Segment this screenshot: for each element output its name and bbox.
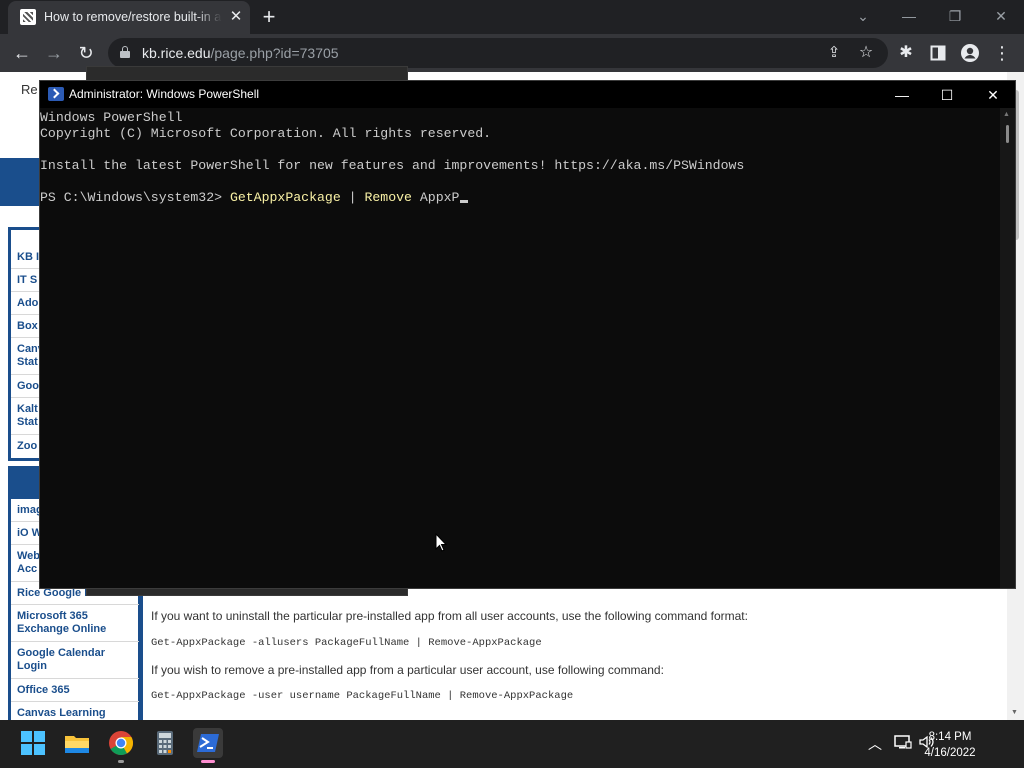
new-tab-button[interactable]: + — [258, 6, 280, 28]
text-cursor — [460, 200, 469, 203]
divider — [11, 641, 139, 642]
command-name: GetAppxPackage — [229, 190, 341, 205]
command-argument: AppxP — [411, 190, 460, 205]
calculator-icon[interactable] — [150, 728, 180, 758]
url-host: kb.rice.edu — [142, 45, 211, 61]
running-indicator — [201, 760, 215, 763]
profile-avatar-icon[interactable] — [958, 41, 982, 65]
console-line: Install the latest PowerShell for new fe… — [40, 158, 745, 173]
back-arrow-icon[interactable]: ← — [10, 41, 34, 65]
tab-close-icon[interactable]: ✕ — [228, 9, 244, 25]
system-clock[interactable]: 8:14 PM 4/16/2022 — [920, 729, 980, 761]
site-favicon-icon — [20, 9, 36, 25]
sidebar-link[interactable]: Canvas Learning — [17, 707, 106, 720]
bookmark-star-icon[interactable]: ☆ — [854, 41, 878, 65]
sidebar-link[interactable]: Goo — [17, 380, 39, 393]
mouse-pointer-icon — [435, 533, 447, 552]
sidebar-link[interactable]: Box — [17, 320, 38, 333]
clock-date: 4/16/2022 — [924, 747, 976, 759]
console-scrollbar[interactable]: ▲ — [1000, 108, 1015, 588]
scrollbar-thumb[interactable] — [1006, 125, 1009, 143]
article-code: Get-AppxPackage -user username PackageFu… — [151, 690, 574, 702]
browser-tab-strip: How to remove/restore built-in apps ✕ + … — [0, 0, 1024, 34]
scroll-down-arrow-icon[interactable]: ▼ — [1011, 709, 1018, 716]
sidebar-link[interactable]: IT S — [17, 274, 37, 287]
running-indicator — [118, 760, 124, 763]
tab-search-button[interactable]: ⌄ — [843, 4, 883, 28]
console-line: Windows PowerShell — [40, 110, 183, 125]
article-paragraph: If you wish to remove a pre-installed ap… — [151, 663, 664, 677]
start-icon[interactable] — [18, 728, 48, 758]
side-panel-icon[interactable] — [926, 41, 950, 65]
prompt: PS C:\Windows\system32> — [40, 190, 230, 205]
url-text: kb.rice.edu/page.php?id=73705 — [142, 45, 339, 61]
sidebar-link[interactable]: Web Acc — [17, 550, 40, 576]
chrome-icon[interactable] — [106, 728, 136, 763]
sidebar-link[interactable]: Zoo — [17, 440, 37, 453]
sidebar-link[interactable]: Microsoft 365 Exchange Online — [17, 610, 106, 636]
clock-time: 8:14 PM — [928, 731, 972, 743]
tab-title: How to remove/restore built-in apps — [44, 10, 222, 24]
maximize-button[interactable]: ☐ — [924, 82, 970, 108]
pipe-operator: | — [340, 190, 365, 205]
sidebar-link[interactable]: KB I — [17, 251, 39, 264]
browser-minimize-button[interactable]: — — [889, 4, 929, 28]
forward-arrow-icon[interactable]: → — [42, 41, 66, 65]
tray-overflow-chevron-icon[interactable]: ︿ — [868, 734, 882, 754]
sidebar-link[interactable]: Google Calendar Login — [17, 647, 105, 673]
share-icon[interactable]: ⇪ — [822, 41, 846, 65]
url-path: /page.php?id=73705 — [210, 45, 339, 61]
divider — [11, 604, 139, 605]
powershell-window[interactable]: Administrator: Windows PowerShell — ☐ ✕ … — [39, 80, 1016, 589]
console-output[interactable]: Windows PowerShell Copyright (C) Microso… — [40, 108, 1000, 588]
minimize-button[interactable]: — — [879, 82, 925, 108]
page-header-fragment: Re — [21, 82, 38, 97]
divider — [11, 678, 139, 679]
console-line: Copyright (C) Microsoft Corporation. All… — [40, 126, 492, 141]
console-prompt-line[interactable]: PS C:\Windows\system32> GetAppxPackage |… — [40, 190, 469, 206]
file-explorer-icon[interactable] — [62, 728, 92, 758]
window-title: Administrator: Windows PowerShell — [69, 87, 260, 101]
browser-restore-button[interactable]: ❐ — [935, 4, 975, 28]
divider — [11, 701, 139, 702]
command-name-2: Remove — [364, 190, 412, 205]
extensions-puzzle-icon[interactable]: ✱ — [894, 41, 918, 65]
article-code: Get-AppxPackage -allusers PackageFullNam… — [151, 637, 542, 649]
lock-icon[interactable] — [120, 46, 130, 58]
page-banner — [0, 158, 40, 206]
reload-icon[interactable]: ↻ — [74, 41, 98, 65]
browser-tab[interactable]: How to remove/restore built-in apps ✕ — [8, 1, 250, 34]
taskbar: ︿ 8:14 PM 4/16/2022 — [0, 720, 1024, 768]
close-button[interactable]: ✕ — [970, 82, 1016, 108]
sidebar-link[interactable]: Office 365 — [17, 684, 70, 697]
powershell-titlebar[interactable]: Administrator: Windows PowerShell — ☐ ✕ — [40, 81, 1015, 108]
scroll-up-arrow-icon[interactable]: ▲ — [1003, 111, 1010, 118]
chrome-menu-icon[interactable]: ⋮ — [990, 41, 1014, 65]
sidebar-link[interactable]: Ado — [17, 297, 38, 310]
powershell-taskbar-icon[interactable] — [193, 728, 223, 763]
powershell-icon — [48, 87, 64, 101]
article-paragraph: If you want to uninstall the particular … — [151, 609, 748, 623]
address-bar[interactable]: kb.rice.edu/page.php?id=73705 ⇪ ☆ — [108, 38, 888, 68]
network-icon[interactable] — [894, 734, 912, 753]
browser-close-button[interactable]: ✕ — [981, 4, 1021, 28]
sidebar-link[interactable]: Kalt Stat — [17, 403, 38, 429]
